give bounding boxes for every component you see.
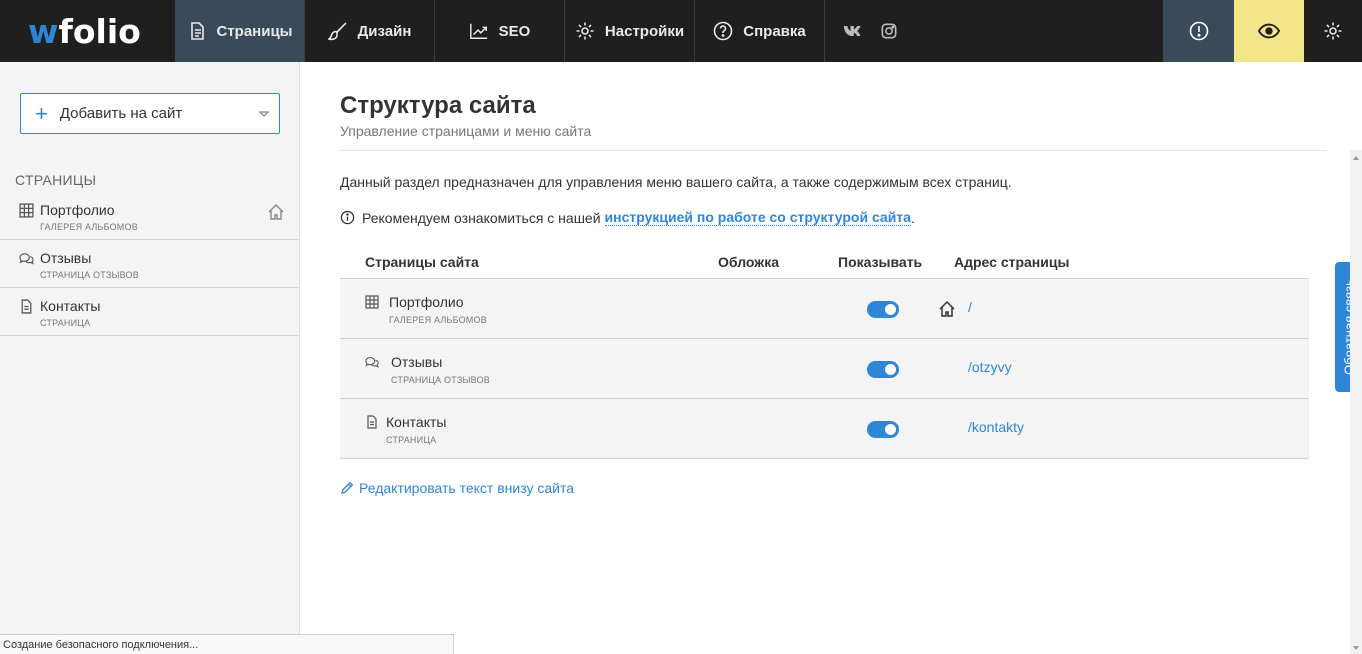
gear-icon — [1324, 22, 1342, 40]
pages-table: Портфолио ГАЛЕРЕЯ АЛЬБОМОВ / Отзывы СТРА… — [340, 279, 1309, 459]
recommendation: Рекомендуем ознакомиться с нашей инструк… — [340, 209, 915, 226]
table-row[interactable]: Контакты СТРАНИЦА /kontakty — [340, 399, 1309, 459]
logo-prefix: w — [28, 11, 59, 51]
vk-icon[interactable] — [843, 25, 863, 37]
sidebar: + Добавить на сайт СТРАНИЦЫ Портфолио ГА… — [0, 62, 300, 654]
document-icon — [21, 299, 32, 314]
sidebar-item-title: Отзывы — [40, 250, 92, 266]
account-settings-button[interactable] — [1304, 0, 1362, 62]
nav-design-label: Дизайн — [357, 22, 412, 40]
scroll-up-arrow-icon[interactable] — [1353, 156, 1359, 160]
logo-rest: folio — [58, 11, 141, 51]
nav-pages-label: Страницы — [216, 22, 293, 40]
nav-design[interactable]: Дизайн — [305, 0, 435, 62]
navbar-spacer — [915, 0, 1163, 62]
sidebar-pages-list: Портфолио ГАЛЕРЕЯ АЛЬБОМОВ Отзывы СТРАНИ… — [0, 192, 299, 336]
browser-status-bar: Создание безопасного подключения... — [0, 634, 454, 654]
sidebar-item-contacts[interactable]: Контакты СТРАНИЦА — [0, 288, 299, 336]
nav-seo[interactable]: SEO — [435, 0, 565, 62]
page-url-link[interactable]: /kontakty — [968, 419, 1024, 435]
home-icon — [939, 300, 955, 317]
column-header-cover: Обложка — [718, 254, 779, 270]
nav-settings-label: Настройки — [604, 22, 685, 40]
row-subtitle: СТРАНИЦА ОТЗЫВОВ — [391, 375, 490, 385]
sidebar-heading: СТРАНИЦЫ — [15, 172, 97, 188]
preview-site-button[interactable] — [1234, 0, 1304, 62]
brush-icon — [327, 22, 347, 41]
question-circle-icon — [713, 21, 733, 41]
nav-settings[interactable]: Настройки — [565, 0, 695, 62]
page-title: Структура сайта — [340, 92, 536, 119]
show-toggle[interactable] — [867, 301, 899, 318]
page-icon — [190, 22, 204, 40]
edit-footer-text-link[interactable]: Редактировать текст внизу сайта — [340, 480, 574, 496]
sidebar-item-portfolio[interactable]: Портфолио ГАЛЕРЕЯ АЛЬБОМОВ — [0, 192, 299, 240]
comments-icon — [19, 253, 34, 265]
alert-circle-icon — [1189, 21, 1208, 41]
grid-icon — [19, 203, 34, 218]
table-row[interactable]: Портфолио ГАЛЕРЕЯ АЛЬБОМОВ / — [340, 279, 1309, 339]
row-title[interactable]: Портфолио — [389, 294, 464, 310]
show-toggle[interactable] — [867, 421, 899, 438]
recommendation-end: . — [910, 209, 915, 226]
add-to-site-label: Добавить на сайт — [59, 105, 183, 122]
column-header-pages: Страницы сайта — [365, 254, 479, 270]
row-title[interactable]: Отзывы — [391, 354, 442, 370]
caret-down-icon — [259, 111, 269, 117]
top-navbar: w folio Страницы Дизайн SEO Настройки Спр… — [0, 0, 1362, 62]
scroll-down-arrow-icon[interactable] — [1353, 646, 1359, 650]
sidebar-item-subtitle: СТРАНИЦА — [40, 318, 91, 328]
scrollbar[interactable] — [1350, 150, 1362, 654]
divider — [340, 150, 1326, 151]
row-title[interactable]: Контакты — [386, 414, 446, 430]
row-subtitle: ГАЛЕРЕЯ АЛЬБОМОВ — [389, 315, 487, 325]
column-header-show: Показывать — [838, 254, 923, 270]
plus-icon: + — [35, 100, 48, 126]
sidebar-item-subtitle: СТРАНИЦА ОТЗЫВОВ — [40, 270, 139, 280]
add-to-site-button[interactable]: + Добавить на сайт — [20, 93, 280, 134]
show-toggle[interactable] — [867, 361, 899, 378]
notifications-button[interactable] — [1163, 0, 1234, 62]
instagram-icon[interactable] — [881, 23, 897, 39]
eye-icon — [1258, 23, 1280, 39]
sidebar-item-subtitle: ГАЛЕРЕЯ АЛЬБОМОВ — [40, 222, 138, 232]
nav-help[interactable]: Справка — [695, 0, 825, 62]
nav-help-label: Справка — [743, 22, 806, 40]
sidebar-item-reviews[interactable]: Отзывы СТРАНИЦА ОТЗЫВОВ — [0, 240, 299, 288]
page-url-link[interactable]: / — [968, 299, 972, 315]
intro-text: Данный раздел предназначен для управлени… — [340, 174, 1012, 190]
home-icon — [268, 204, 284, 220]
page-subtitle: Управление страницами и меню сайта — [340, 123, 592, 139]
row-subtitle: СТРАНИЦА — [386, 435, 437, 445]
wfolio-logo[interactable]: w folio — [0, 0, 175, 62]
grid-icon — [365, 295, 379, 309]
edit-footer-text-label: Редактировать текст внизу сайта — [359, 480, 575, 496]
page-url-link[interactable]: /otzyvy — [968, 359, 1012, 375]
comments-icon — [365, 357, 379, 368]
chart-trend-icon — [469, 23, 487, 39]
pages-table-header: Страницы сайта Обложка Показывать Адрес … — [340, 253, 1309, 279]
nav-seo-label: SEO — [498, 22, 531, 40]
column-header-address: Адрес страницы — [954, 254, 1070, 270]
table-row[interactable]: Отзывы СТРАНИЦА ОТЗЫВОВ /otzyvy — [340, 339, 1309, 399]
recommendation-text: Рекомендуем ознакомиться с нашей — [362, 209, 601, 226]
social-links — [825, 0, 915, 62]
gear-icon — [576, 22, 594, 40]
structure-guide-link[interactable]: инструкцией по работе со структурой сайт… — [604, 209, 911, 226]
sidebar-item-title: Портфолио — [40, 202, 115, 218]
document-icon — [367, 415, 377, 429]
info-icon — [340, 210, 355, 225]
pencil-icon — [341, 481, 354, 494]
sidebar-item-title: Контакты — [40, 298, 101, 314]
nav-pages[interactable]: Страницы — [175, 0, 305, 62]
